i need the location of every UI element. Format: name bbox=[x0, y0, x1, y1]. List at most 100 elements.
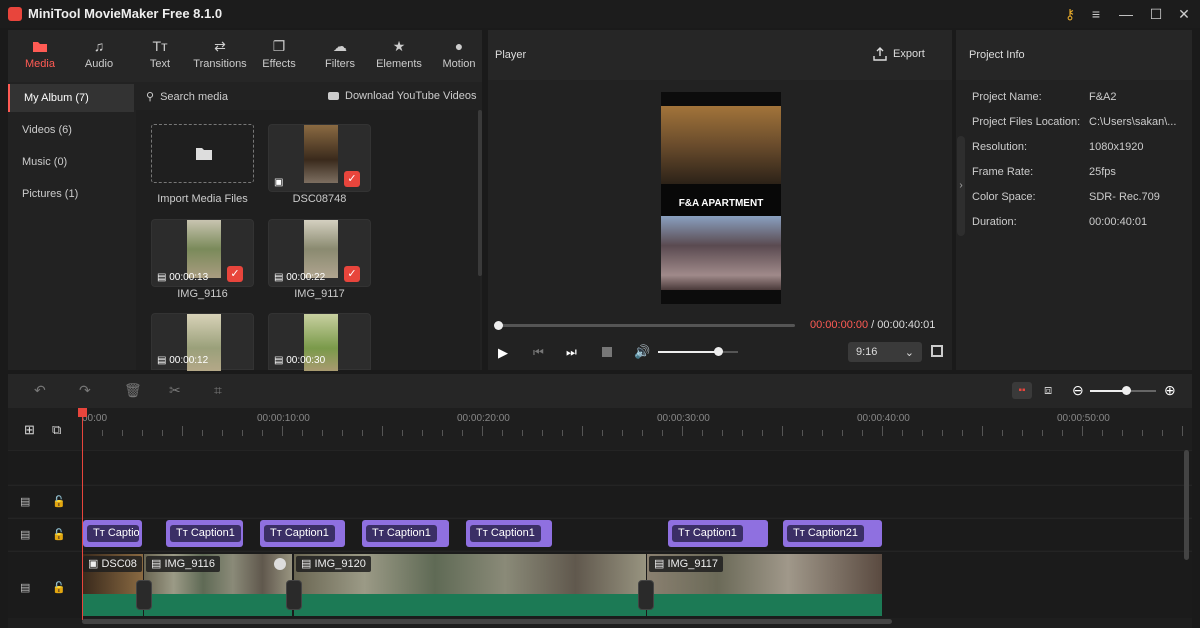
play-icon[interactable]: ▶ bbox=[498, 345, 508, 361]
zoom-out-icon[interactable]: ⊖ bbox=[1072, 382, 1084, 399]
import-media-tile[interactable] bbox=[151, 124, 254, 183]
tab-filters[interactable]: ☁ Filters bbox=[310, 30, 370, 82]
playhead-handle[interactable] bbox=[78, 408, 87, 417]
lock-icon[interactable]: 🔓 bbox=[52, 581, 66, 594]
fit-timeline-icon[interactable]: ⧈ bbox=[1044, 382, 1052, 398]
media-tile-img9116[interactable]: ▤ 00:00:13 ✓ bbox=[151, 219, 254, 287]
sidebar-item-pictures[interactable]: Pictures (1) bbox=[8, 180, 134, 208]
ruler-tick bbox=[282, 426, 283, 436]
search-media[interactable]: ⚲ Search media bbox=[146, 90, 228, 104]
key-icon[interactable]: ⚷ bbox=[1058, 4, 1082, 24]
ruler-tick bbox=[222, 430, 223, 436]
volume-icon[interactable]: 🔊 bbox=[634, 344, 650, 360]
media-tile[interactable]: ▤ 00:00:12 bbox=[151, 313, 254, 371]
player-header: Player Export bbox=[488, 30, 952, 80]
ruler-tick bbox=[582, 426, 583, 436]
minimize-icon[interactable]: — bbox=[1114, 4, 1138, 24]
split-icon[interactable]: ✂ bbox=[169, 382, 181, 399]
sidebar-item-music[interactable]: Music (0) bbox=[8, 148, 134, 176]
timeline-vertical-scrollbar[interactable] bbox=[1184, 450, 1189, 560]
caption-clip[interactable]: Tт Caption21 bbox=[783, 520, 882, 547]
ruler-tick bbox=[742, 430, 743, 436]
delete-icon[interactable]: 🗑 bbox=[124, 382, 142, 399]
ruler-label: 00:00:50:00 bbox=[1057, 413, 1110, 424]
export-button[interactable]: Export bbox=[873, 47, 925, 61]
info-value: SDR- Rec.709 bbox=[1089, 191, 1160, 203]
tab-media[interactable]: Media bbox=[10, 30, 70, 82]
redo-icon[interactable]: ↷ bbox=[79, 382, 91, 399]
collapse-panel-handle[interactable]: › bbox=[957, 136, 965, 236]
undo-icon[interactable]: ↶ bbox=[34, 382, 46, 399]
crop-icon[interactable]: ⌗ bbox=[214, 382, 222, 399]
volume-handle[interactable] bbox=[714, 347, 723, 356]
video-icon: ▤ bbox=[151, 558, 165, 570]
volume-slider[interactable] bbox=[658, 347, 738, 356]
video-icon: ▤ bbox=[274, 272, 287, 283]
ruler-label: 00:00:30:00 bbox=[657, 413, 710, 424]
caption-clip[interactable]: Tт Caption1 bbox=[166, 520, 243, 547]
zoom-slider[interactable] bbox=[1090, 386, 1156, 395]
timeline-scrollbar[interactable] bbox=[82, 619, 892, 624]
sidebar-item-videos[interactable]: Videos (6) bbox=[8, 116, 134, 144]
ruler-tick bbox=[322, 430, 323, 436]
tab-audio[interactable]: ♫ Audio bbox=[69, 30, 129, 82]
caption-clip[interactable]: Tт Caption1 bbox=[466, 520, 552, 547]
copy-track-icon[interactable]: ⧉ bbox=[52, 422, 61, 438]
transition-handle[interactable] bbox=[136, 580, 152, 610]
info-label: Frame Rate: bbox=[972, 166, 1034, 178]
video-clip[interactable]: ▤ IMG_9117 bbox=[647, 554, 882, 616]
text-icon: Tт bbox=[176, 527, 191, 539]
ruler-tick bbox=[202, 430, 203, 436]
zoom-in-icon[interactable]: ⊕ bbox=[1164, 382, 1176, 399]
caption-clip[interactable]: Tт Caption1 bbox=[260, 520, 345, 547]
film-icon: ▤ bbox=[20, 529, 31, 541]
video-clip[interactable]: ▣ DSC08 bbox=[83, 554, 143, 616]
previous-frame-icon[interactable]: ⏮ bbox=[533, 345, 544, 360]
media-tile-dsc08748[interactable]: ▣ ✓ bbox=[268, 124, 371, 192]
ruler-tick bbox=[602, 430, 603, 436]
caption-clip[interactable]: Tт Captio bbox=[83, 520, 142, 547]
playhead[interactable] bbox=[82, 408, 83, 620]
transition-handle[interactable] bbox=[638, 580, 654, 610]
caption-clip[interactable]: Tт Caption1 bbox=[668, 520, 768, 547]
zoom-handle[interactable] bbox=[1122, 386, 1132, 395]
tab-motion[interactable]: ● Motion bbox=[429, 30, 489, 82]
close-icon[interactable]: ✕ bbox=[1172, 4, 1196, 24]
add-track-icon[interactable]: ⊞ bbox=[24, 422, 35, 438]
ruler-tick bbox=[542, 430, 543, 436]
film-icon: ▤ bbox=[20, 582, 31, 594]
video-clip[interactable]: ▤ IMG_9120 bbox=[294, 554, 646, 616]
media-tile-img9117[interactable]: ▤ 00:00:22 ✓ bbox=[268, 219, 371, 287]
ruler-tick bbox=[702, 430, 703, 436]
volume-fill bbox=[658, 351, 718, 353]
media-scrollbar[interactable] bbox=[478, 110, 482, 276]
menu-icon[interactable]: ≡ bbox=[1084, 4, 1108, 24]
seek-bar[interactable] bbox=[494, 321, 795, 330]
tab-effects[interactable]: ❐ Effects bbox=[249, 30, 309, 82]
stop-icon[interactable] bbox=[602, 347, 612, 357]
ruler-tick bbox=[442, 430, 443, 436]
tab-transitions[interactable]: ⇄ Transitions bbox=[190, 30, 250, 82]
search-input[interactable]: Search media bbox=[160, 91, 228, 103]
snap-icon[interactable]: ▪▪ bbox=[1012, 382, 1032, 399]
aspect-ratio-select[interactable]: 9:16 ⌄ bbox=[848, 342, 922, 362]
next-frame-icon[interactable]: ⏭ bbox=[566, 345, 577, 360]
fullscreen-icon[interactable] bbox=[931, 345, 943, 357]
maximize-icon[interactable]: ☐ bbox=[1144, 4, 1168, 24]
transition-handle[interactable] bbox=[286, 580, 302, 610]
tile-caption: DSC08748 bbox=[292, 193, 347, 205]
lock-icon[interactable]: 🔓 bbox=[52, 495, 66, 508]
seek-handle[interactable] bbox=[494, 321, 503, 330]
tab-text[interactable]: Tт Text bbox=[130, 30, 190, 82]
lock-icon[interactable]: 🔓 bbox=[52, 528, 66, 541]
motion-icon: ● bbox=[454, 38, 464, 54]
tab-elements[interactable]: ★ Elements bbox=[369, 30, 429, 82]
video-clip[interactable]: ▤ IMG_9116 bbox=[144, 554, 292, 616]
duration-label: 00:00:12 bbox=[169, 355, 209, 366]
download-youtube-button[interactable]: Download YouTube Videos bbox=[328, 90, 477, 102]
sidebar-item-my-album[interactable]: My Album (7) bbox=[8, 84, 134, 112]
caption-clip[interactable]: Tт Caption1 bbox=[362, 520, 449, 547]
ruler-tick bbox=[362, 430, 363, 436]
video-preview: F&A APARTMENT bbox=[661, 92, 781, 304]
media-tile[interactable]: ▤ 00:00:30 bbox=[268, 313, 371, 371]
